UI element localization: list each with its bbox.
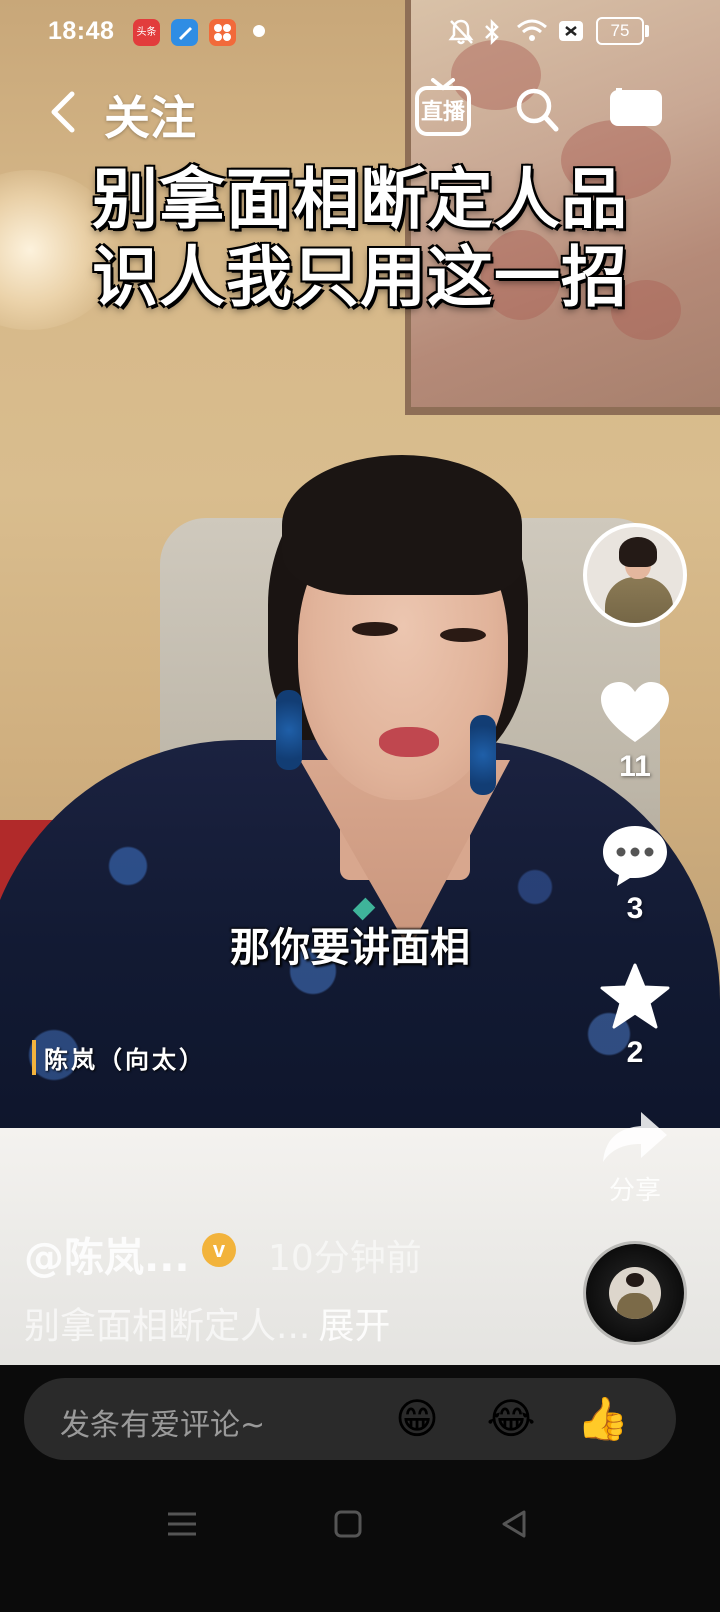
speaker-tag: 陈岚（向太） xyxy=(32,1040,206,1075)
earring-left xyxy=(276,690,302,770)
thumbs-up-emoji-button[interactable]: 👍 xyxy=(576,1392,630,1446)
favorite-count: 2 xyxy=(626,1036,644,1069)
notification-dot xyxy=(253,25,265,37)
verified-badge-icon: v xyxy=(202,1233,236,1267)
like-count: 11 xyxy=(619,750,651,783)
status-time: 18:48 xyxy=(48,17,115,45)
back-triangle-icon[interactable] xyxy=(494,1504,534,1544)
toutiao-app-icon: 头条 xyxy=(133,19,160,46)
laugh-cry-emoji-button[interactable]: 😂 xyxy=(484,1392,538,1446)
comment-count: 3 xyxy=(626,892,644,925)
comment-button[interactable]: 3 xyxy=(595,822,675,926)
search-icon[interactable] xyxy=(512,84,562,136)
video-title-line1: 别拿面相断定人品 xyxy=(92,160,628,238)
video-screen[interactable]: 18:48 头条 75 关注 直播 别拿面相断定人品 识人我只用这一招 那你要讲… xyxy=(0,0,720,1612)
post-time: 10分钟前 xyxy=(268,1238,422,1279)
following-tab-title[interactable]: 关注 xyxy=(104,82,196,148)
wifi-icon xyxy=(516,18,548,50)
menu-icon[interactable] xyxy=(162,1504,202,1544)
blue-app-icon xyxy=(171,19,198,46)
video-title-line2: 识人我只用这一招 xyxy=(92,238,628,316)
back-chevron-icon[interactable] xyxy=(40,86,90,138)
author-name[interactable]: @陈岚... xyxy=(24,1225,190,1283)
caption-text: 别拿面相断定人... xyxy=(24,1306,311,1347)
share-button[interactable]: 分享 xyxy=(595,1108,675,1207)
heart-icon xyxy=(601,682,669,742)
live-label: 直播 xyxy=(420,100,465,125)
bluetooth-icon xyxy=(482,18,502,52)
like-button[interactable]: 11 xyxy=(595,680,675,784)
video-title: 别拿面相断定人品 识人我只用这一招 xyxy=(40,160,680,316)
battery-icon: 75 xyxy=(596,17,644,45)
orange-app-icon xyxy=(209,19,236,46)
comment-bubble-icon xyxy=(603,826,667,886)
post-caption[interactable]: 别拿面相断定人... 展开 xyxy=(24,1297,390,1349)
status-bar: 18:48 头条 75 xyxy=(0,0,720,64)
author-avatar[interactable] xyxy=(583,523,687,627)
expand-link[interactable]: 展开 xyxy=(318,1306,390,1347)
star-icon xyxy=(600,963,670,1029)
home-square-icon[interactable] xyxy=(328,1504,368,1544)
share-arrow-icon xyxy=(603,1112,667,1162)
earring-right xyxy=(470,715,496,795)
system-nav-bar xyxy=(0,1490,720,1570)
comment-input[interactable]: 发条有爱评论~ 😁 😂 👍 xyxy=(24,1378,676,1460)
live-button[interactable]: 直播 xyxy=(413,78,473,140)
top-nav: 关注 直播 xyxy=(0,70,720,160)
favorite-button[interactable]: 2 xyxy=(595,962,675,1070)
sim-off-icon xyxy=(557,18,585,50)
presenter-hair xyxy=(282,455,522,595)
comment-placeholder: 发条有爱评论~ xyxy=(60,1408,266,1443)
music-disc[interactable] xyxy=(586,1244,684,1342)
camera-icon[interactable] xyxy=(608,86,664,130)
grin-emoji-button[interactable]: 😁 xyxy=(390,1392,444,1446)
share-label: 分享 xyxy=(608,1176,661,1206)
mute-bell-icon xyxy=(448,18,474,52)
